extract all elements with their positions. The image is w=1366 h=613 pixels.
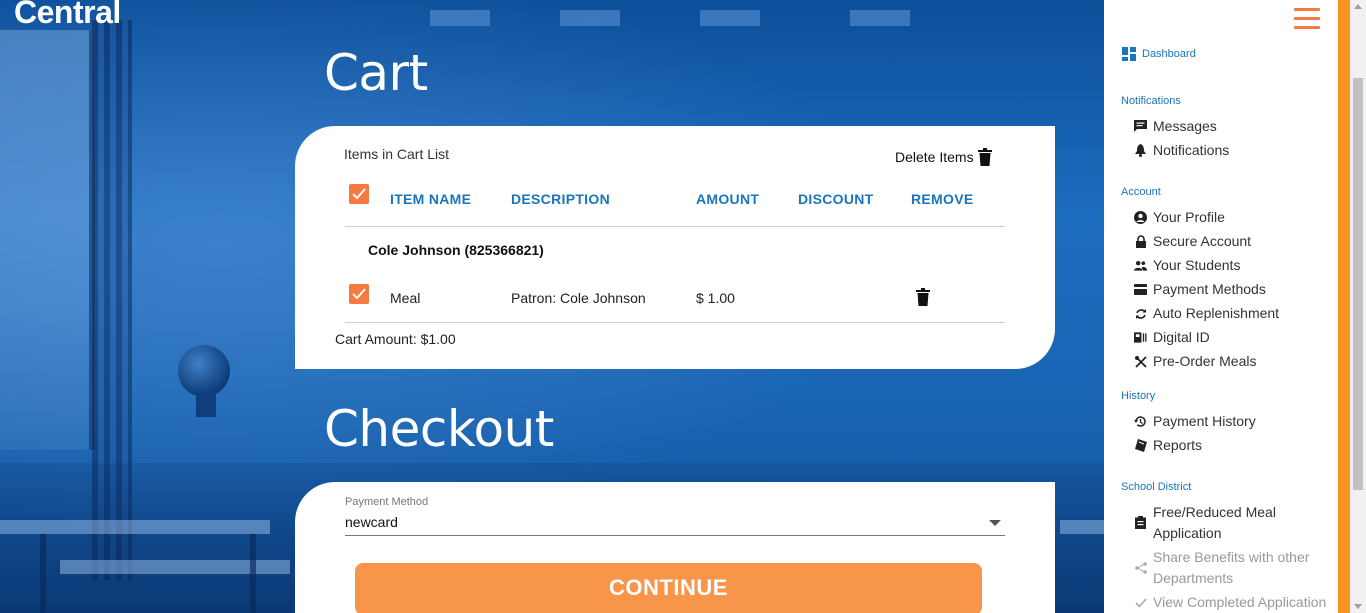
sidebar-item-profile[interactable]: Your Profile [1134, 207, 1334, 228]
trash-icon [977, 148, 992, 166]
continue-button[interactable]: CONTINUE [355, 563, 982, 613]
cart-caption: Items in Cart List [344, 146, 450, 162]
brand-logo: Central [14, 0, 121, 30]
scroll-thumb[interactable] [1353, 78, 1363, 490]
message-icon [1134, 120, 1147, 133]
chevron-down-icon [989, 520, 1001, 526]
item-description: Patron: Cole Johnson [511, 290, 646, 306]
select-all-checkbox[interactable] [349, 184, 369, 204]
cart-table-header: ITEM NAME DESCRIPTION AMOUNT DISCOUNT RE… [345, 182, 1005, 227]
bell-icon [1134, 144, 1147, 157]
sidebar-item-payment-history[interactable]: Payment History [1134, 411, 1334, 432]
clipboard-icon [1134, 516, 1147, 529]
reports-icon [1134, 439, 1147, 452]
sidebar-item-dashboard[interactable]: Dashboard [1122, 47, 1196, 61]
sidebar-group-history: History [1121, 390, 1156, 402]
check-icon [352, 288, 366, 300]
sidebar-item-notifications[interactable]: Notifications [1134, 140, 1334, 161]
scroll-up-icon[interactable] [1354, 4, 1362, 9]
col-item-name[interactable]: ITEM NAME [390, 191, 471, 207]
col-remove[interactable]: REMOVE [911, 191, 973, 207]
people-icon [1134, 259, 1147, 272]
table-row: Meal Patron: Cole Johnson $ 1.00 [345, 276, 1005, 323]
sidebar-item-view-completed[interactable]: View Completed Application [1134, 592, 1334, 613]
credit-card-icon [1134, 283, 1147, 296]
scrollbar[interactable] [1350, 0, 1366, 613]
sidebar-group-account: Account [1121, 186, 1161, 198]
sidebar-item-label: Dashboard [1142, 48, 1196, 60]
id-card-icon [1134, 331, 1147, 344]
sidebar-item-reports[interactable]: Reports [1134, 435, 1334, 456]
item-checkbox[interactable] [349, 284, 369, 304]
share-icon [1134, 561, 1147, 574]
col-discount[interactable]: DISCOUNT [798, 191, 874, 207]
sidebar: Dashboard Notifications Messages Notific… [1104, 0, 1338, 613]
cart-title: Cart [324, 44, 428, 102]
sidebar-item-auto-replenishment[interactable]: Auto Replenishment [1134, 303, 1334, 324]
col-description[interactable]: DESCRIPTION [511, 191, 610, 207]
lock-icon [1134, 235, 1147, 248]
sidebar-item-messages[interactable]: Messages [1134, 116, 1334, 137]
item-amount: $ 1.00 [696, 290, 735, 306]
checkout-title: Checkout [324, 400, 554, 458]
accent-strip [1338, 0, 1350, 613]
sidebar-item-students[interactable]: Your Students [1134, 255, 1334, 276]
cart-panel: Items in Cart List Delete Items ITEM NAM… [295, 126, 1055, 369]
col-amount[interactable]: AMOUNT [696, 191, 759, 207]
scroll-down-icon[interactable] [1354, 604, 1362, 609]
check-icon [352, 188, 366, 200]
history-icon [1134, 415, 1147, 428]
delete-items-label: Delete Items [895, 149, 974, 165]
payment-method-select[interactable]: newcard [345, 512, 1005, 536]
sidebar-item-share-benefits[interactable]: Share Benefits with other Departments [1134, 547, 1334, 589]
checkout-panel: Payment Method newcard CONTINUE [295, 482, 1055, 613]
hamburger-menu-icon[interactable] [1294, 8, 1320, 30]
checkmark-icon [1134, 596, 1147, 609]
user-circle-icon [1134, 211, 1147, 224]
sidebar-item-digital-id[interactable]: Digital ID [1134, 327, 1334, 348]
sidebar-item-pre-order-meals[interactable]: Pre-Order Meals [1134, 351, 1334, 372]
delete-items-button[interactable]: Delete Items [895, 148, 992, 166]
utensils-icon [1134, 355, 1147, 368]
refresh-icon [1134, 307, 1147, 320]
payment-method-value: newcard [345, 514, 398, 530]
sidebar-item-payment-methods[interactable]: Payment Methods [1134, 279, 1334, 300]
item-name: Meal [390, 290, 421, 306]
patron-name: Cole Johnson (825366821) [368, 242, 544, 258]
remove-item-button[interactable] [916, 288, 930, 311]
sidebar-group-notifications: Notifications [1121, 95, 1181, 107]
payment-method-label: Payment Method [345, 496, 429, 508]
cart-amount: Cart Amount: $1.00 [335, 331, 456, 347]
sidebar-group-school-district: School District [1121, 481, 1192, 493]
sidebar-item-free-reduced-meal[interactable]: Free/Reduced Meal Application [1134, 502, 1334, 544]
trash-icon [916, 288, 930, 306]
sidebar-item-secure-account[interactable]: Secure Account [1134, 231, 1334, 252]
dashboard-icon [1122, 47, 1136, 61]
